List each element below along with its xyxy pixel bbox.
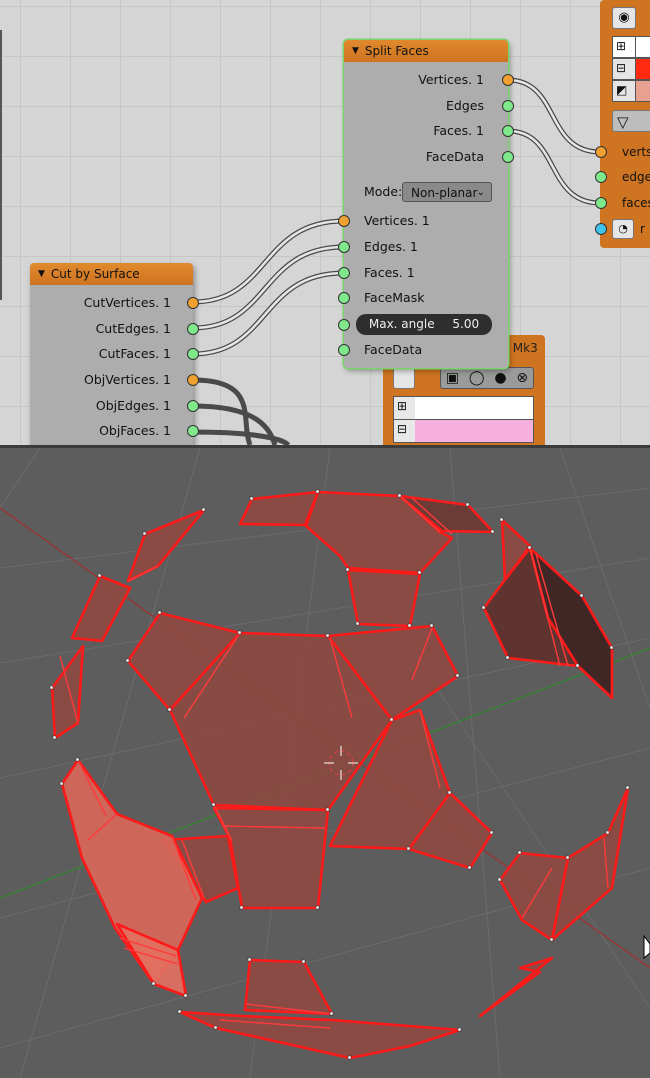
- viewport-scene: [0, 448, 650, 1078]
- input-edges: edges: [595, 167, 650, 187]
- collapse-triangle-icon[interactable]: ▼: [38, 269, 45, 279]
- vert-icon: ⊞: [616, 39, 627, 53]
- matrix-icon: ◔: [612, 219, 634, 239]
- socket-out-faces[interactable]: [502, 125, 514, 137]
- split-faces-header[interactable]: ▼ Split Faces: [344, 40, 508, 62]
- split-faces-node[interactable]: ▼ Split Faces Vertices. 1 Edges Faces. 1…: [338, 40, 514, 368]
- wire-objedges: [192, 403, 278, 445]
- split-faces-title: Split Faces: [364, 44, 429, 58]
- cube-icon[interactable]: ▣: [446, 370, 459, 386]
- mesh-face: [346, 568, 422, 628]
- socket-in-edges[interactable]: [595, 171, 607, 183]
- cut-by-surface-header[interactable]: ▼ Cut by Surface: [30, 263, 193, 285]
- vert-icon: ⊞: [397, 399, 408, 413]
- split-mesh: [50, 490, 630, 1060]
- wire-cutfaces-faces: [192, 270, 345, 357]
- output-vertices: Vertices. 1: [344, 70, 514, 90]
- output-objedges: ObjEdges. 1: [30, 396, 199, 416]
- socket-in-faces[interactable]: [338, 267, 350, 279]
- ring-icon[interactable]: ◯: [469, 370, 485, 386]
- socket-cutvertices[interactable]: [187, 297, 199, 309]
- face-icon: ◩: [616, 83, 628, 97]
- socket-objfaces[interactable]: [187, 425, 199, 437]
- wire-objverts: [192, 377, 253, 445]
- wire-objfaces: [192, 429, 291, 445]
- output-facedata: FaceData: [344, 147, 514, 167]
- edge-icon: ⊟: [397, 422, 408, 436]
- input-facemask: FaceMask: [338, 288, 508, 308]
- viewer-draw-toggle-icon[interactable]: [393, 367, 415, 389]
- output-faces: Faces. 1: [344, 121, 514, 141]
- input-verts: verts: [595, 142, 650, 162]
- input-faces: Faces. 1: [338, 263, 508, 283]
- link-icon[interactable]: ⊗: [516, 370, 528, 386]
- cut-by-surface-title: Cut by Surface: [50, 267, 140, 281]
- node-editor[interactable]: ▼ Cut by Surface CutVertices. 1 CutEdges…: [0, 0, 650, 445]
- socket-cutedges[interactable]: [187, 323, 199, 335]
- output-cutedges: CutEdges. 1: [30, 319, 199, 339]
- chevron-down-icon: ⌄: [476, 187, 485, 198]
- socket-in-vertices[interactable]: [338, 215, 350, 227]
- eye-icon[interactable]: ◉: [612, 7, 636, 29]
- vert-color-swatch[interactable]: ⊞: [393, 396, 534, 420]
- wire-cutverts-verts: [192, 218, 345, 305]
- socket-cutfaces[interactable]: [187, 348, 199, 360]
- edge-color-swatch[interactable]: ⊟: [612, 58, 650, 80]
- output-objfaces: ObjFaces. 1: [30, 421, 199, 441]
- mesh-face: [70, 574, 132, 643]
- socket-in-verts[interactable]: [595, 146, 607, 158]
- output-cutfaces: CutFaces. 1: [30, 344, 199, 364]
- wire-cutedges-edges: [192, 244, 345, 331]
- socket-in-facedata[interactable]: [338, 344, 350, 356]
- wire-verts-out: [507, 77, 601, 155]
- mesh-face: [50, 644, 85, 740]
- output-cutvertices: CutVertices. 1: [30, 293, 199, 313]
- max-angle-row: Max. angle 5.00: [338, 314, 508, 336]
- circle-icon[interactable]: ●: [494, 370, 506, 386]
- input-facedata: FaceData: [338, 340, 508, 360]
- max-angle-field[interactable]: Max. angle 5.00: [356, 314, 492, 335]
- socket-in-facemask[interactable]: [338, 292, 350, 304]
- input-vertices: Vertices. 1: [338, 211, 508, 231]
- mode-row: Mode: Non-planar ⌄: [344, 182, 508, 204]
- triangle-filter-icon[interactable]: ▽: [612, 110, 650, 132]
- 3d-viewport[interactable]: [0, 448, 650, 1078]
- socket-in-max-angle[interactable]: [338, 319, 350, 331]
- socket-out-vertices[interactable]: [502, 74, 514, 86]
- viewer-node[interactable]: ◉ ⊞ ⊟ ◩ ▽ verts edges faces ◔ r: [595, 0, 650, 248]
- input-edges: Edges. 1: [338, 237, 508, 257]
- mesh-face: [126, 508, 206, 583]
- offscreen-node-edge: [0, 30, 2, 300]
- socket-in-faces[interactable]: [595, 197, 607, 209]
- input-faces: faces: [595, 193, 650, 213]
- collapse-triangle-icon[interactable]: ▼: [352, 46, 359, 56]
- wire-faces-out: [507, 128, 601, 206]
- viewer-draw-mode-icons[interactable]: ▣ ◯ ● ⊗: [440, 367, 534, 389]
- mesh-face: [178, 1010, 462, 1060]
- socket-out-facedata[interactable]: [502, 151, 514, 163]
- edge-icon: ⊟: [616, 61, 627, 75]
- edge-color-swatch[interactable]: ⊟: [393, 419, 534, 443]
- socket-in-edges[interactable]: [338, 241, 350, 253]
- vert-color-swatch[interactable]: ⊞: [612, 36, 650, 58]
- mode-dropdown[interactable]: Non-planar ⌄: [402, 182, 492, 202]
- output-objvertices: ObjVertices. 1: [30, 370, 199, 390]
- mode-label: Mode:: [364, 184, 403, 199]
- face-color-swatch[interactable]: ◩: [612, 80, 650, 102]
- cut-by-surface-node[interactable]: ▼ Cut by Surface CutVertices. 1 CutEdges…: [30, 263, 199, 445]
- mouse-pointer-icon: [643, 934, 650, 960]
- socket-objvertices[interactable]: [187, 374, 199, 386]
- input-matrix: ◔ r: [595, 219, 650, 239]
- socket-objedges[interactable]: [187, 400, 199, 412]
- socket-in-matrix[interactable]: [595, 223, 607, 235]
- socket-out-edges[interactable]: [502, 100, 514, 112]
- output-edges: Edges: [344, 96, 514, 116]
